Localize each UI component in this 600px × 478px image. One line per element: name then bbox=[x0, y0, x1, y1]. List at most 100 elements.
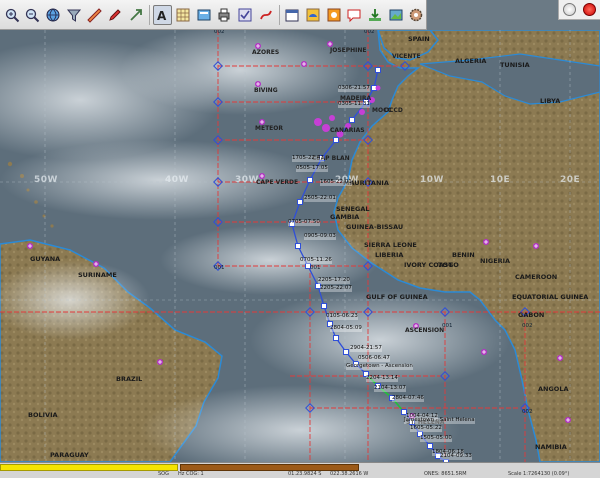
track-label: 0905-09:03 bbox=[304, 233, 336, 240]
track-point bbox=[375, 67, 381, 73]
progress-bar-yellow bbox=[0, 464, 178, 471]
zoom-in-icon bbox=[5, 8, 20, 22]
checklist-icon bbox=[238, 8, 252, 21]
region-label: BRAZIL bbox=[116, 375, 143, 383]
region-label: EQUATORIAL GUINEA bbox=[512, 293, 589, 301]
gear-icon bbox=[410, 8, 423, 21]
map-canvas[interactable] bbox=[0, 30, 600, 462]
status-scale: Scale 1:7264130 (0.09°) bbox=[508, 471, 570, 477]
calendar-icon bbox=[285, 9, 299, 21]
status-latitude: 01.23.9824 S bbox=[288, 471, 322, 477]
chat-icon bbox=[347, 9, 361, 22]
track-label: Jamestown - Saint Helena bbox=[404, 417, 475, 424]
chart-map[interactable]: 50W 40W 30W 20W 10W 10E 20E SPAIN ALGERI… bbox=[0, 30, 600, 462]
text-tool-button[interactable]: A bbox=[152, 4, 173, 25]
region-label: LIBYA bbox=[540, 97, 561, 105]
ruler-button[interactable] bbox=[85, 5, 105, 25]
region-label: GABON bbox=[518, 311, 545, 319]
region-label: SENEGAL bbox=[336, 205, 370, 213]
zoom-out-button[interactable] bbox=[23, 5, 43, 25]
track-label: 2904-21:57 bbox=[350, 345, 382, 352]
status-cog: Hz COG: 1 bbox=[178, 471, 204, 477]
track-label: 2505-22:01 bbox=[304, 195, 336, 202]
text-tool-icon: A bbox=[157, 9, 167, 23]
place-label: AZORES bbox=[252, 49, 280, 56]
region-label: SPAIN bbox=[408, 35, 430, 43]
longitude-label: 40W bbox=[165, 175, 189, 185]
print-button[interactable] bbox=[215, 5, 235, 25]
track-label: 0306-21:57 bbox=[338, 85, 370, 92]
globe-button[interactable] bbox=[43, 5, 63, 25]
window-controls bbox=[558, 0, 600, 20]
layers-icon bbox=[197, 9, 211, 20]
region-label: GUINEA-BISSAU bbox=[346, 223, 404, 231]
region-label: NIGERIA bbox=[480, 257, 511, 265]
zoom-out-icon bbox=[26, 8, 40, 22]
photo-icon bbox=[389, 9, 403, 20]
track-label: 2104-09:33 bbox=[440, 453, 472, 460]
svg-text:A: A bbox=[157, 9, 167, 23]
track-label: 2804-07:46 bbox=[392, 395, 424, 402]
track-point bbox=[321, 303, 327, 309]
track-label: 2205-22:07 bbox=[320, 285, 352, 292]
layers-button[interactable] bbox=[194, 5, 214, 25]
track-point bbox=[333, 137, 339, 143]
route-button[interactable] bbox=[256, 5, 276, 25]
region-label: GAMBIA bbox=[330, 213, 360, 221]
zoom-in-button[interactable] bbox=[2, 5, 22, 25]
region-label: PARAGUAY bbox=[50, 451, 89, 459]
weather-button[interactable] bbox=[303, 5, 323, 25]
track-point bbox=[295, 243, 301, 249]
region-label: TUNISIA bbox=[500, 61, 530, 69]
track-label: 0506-06:47 bbox=[358, 355, 390, 362]
globe-icon bbox=[46, 8, 60, 21]
ruler-icon bbox=[87, 7, 103, 23]
checklist-button[interactable] bbox=[235, 5, 255, 25]
region-label: GUYANA bbox=[30, 255, 61, 263]
grid-button[interactable] bbox=[173, 5, 193, 25]
arrow-icon bbox=[130, 8, 142, 21]
region-label: SURINAME bbox=[78, 271, 117, 279]
radar-button[interactable] bbox=[324, 5, 344, 25]
longitude-label: 50W bbox=[34, 175, 58, 185]
region-label: CAMEROON bbox=[515, 273, 558, 281]
place-label: ASCENSION bbox=[405, 327, 445, 334]
track-point bbox=[307, 177, 313, 183]
chat-button[interactable] bbox=[344, 5, 364, 25]
arrow-button[interactable] bbox=[126, 5, 146, 25]
track-point bbox=[427, 443, 433, 449]
track-label: 0305-11:31 bbox=[338, 101, 370, 108]
region-label: TOGO bbox=[438, 261, 459, 269]
close-icon[interactable] bbox=[583, 3, 597, 16]
place-label: VICENTE bbox=[392, 53, 421, 60]
longitude-label: 20E bbox=[560, 175, 581, 185]
pencil-button[interactable] bbox=[105, 5, 125, 25]
progress-bar-brown bbox=[180, 464, 359, 471]
download-button[interactable] bbox=[365, 5, 385, 25]
route-icon bbox=[259, 10, 272, 19]
status-distance: ONES: 8651.5RM bbox=[424, 471, 467, 477]
funnel-button[interactable] bbox=[64, 5, 84, 25]
photo-button[interactable] bbox=[386, 5, 406, 25]
track-point bbox=[349, 117, 355, 123]
grid-icon bbox=[176, 8, 190, 21]
region-label: LIBERIA bbox=[375, 251, 404, 259]
grid-code-label: 001 bbox=[442, 323, 453, 329]
toolbar-separator bbox=[148, 4, 150, 25]
gear-button[interactable] bbox=[406, 5, 426, 25]
region-label: NAMIBIA bbox=[535, 443, 567, 451]
track-label: 0105-06:23 bbox=[326, 313, 358, 320]
track-label: 1505-05:00 bbox=[420, 435, 452, 442]
print-icon bbox=[218, 8, 230, 21]
longitude-label: 10E bbox=[490, 175, 511, 185]
status-sog: SOG bbox=[158, 471, 169, 477]
longitude-label: 10W bbox=[420, 175, 444, 185]
calendar-button[interactable] bbox=[283, 5, 303, 25]
place-label: JOSEPHINE bbox=[330, 47, 367, 54]
track-point bbox=[297, 199, 303, 205]
funnel-icon bbox=[66, 9, 81, 22]
track-label: 0705-07:50 bbox=[288, 219, 320, 226]
grid-code-label: 001 bbox=[310, 265, 321, 271]
main-toolbar: A bbox=[0, 0, 427, 30]
help-icon[interactable] bbox=[562, 3, 576, 16]
